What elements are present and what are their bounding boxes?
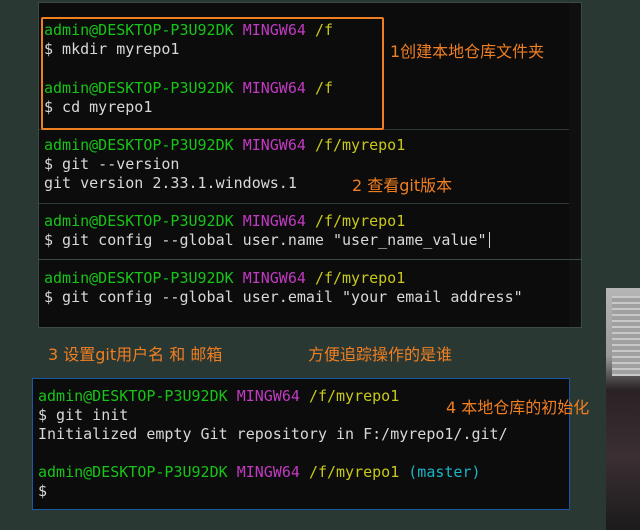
prompt-system: MINGW64 bbox=[242, 136, 306, 154]
prompt-path: /f/myrepo1 bbox=[314, 212, 406, 230]
prompt-line: admin@DESKTOP-P3U92DK MINGW64 /f/myrepo1… bbox=[38, 463, 481, 482]
prompt-line: admin@DESKTOP-P3U92DK MINGW64 /f/myrepo1 bbox=[44, 269, 405, 288]
prompt-path: /f/myrepo1 bbox=[314, 269, 406, 287]
prompt-system: MINGW64 bbox=[236, 387, 300, 405]
annotation-3: 3 设置git用户名 和 邮箱 bbox=[48, 345, 223, 364]
prompt-path: /f/myrepo1 bbox=[308, 463, 400, 481]
highlight-box bbox=[41, 17, 384, 130]
command-output: git version 2.33.1.windows.1 bbox=[44, 174, 297, 192]
prompt-line: admin@DESKTOP-P3U92DK MINGW64 /f/myrepo1 bbox=[38, 387, 399, 406]
command-line: $ git config --global user.name "user_na… bbox=[44, 231, 490, 250]
prompt-user: admin@DESKTOP-P3U92DK bbox=[44, 136, 234, 154]
annotation-1: 1创建本地仓库文件夹 bbox=[390, 42, 545, 61]
prompt-system: MINGW64 bbox=[242, 269, 306, 287]
command-output: Initialized empty Git repository in F:/m… bbox=[38, 425, 508, 443]
scrollbar[interactable] bbox=[569, 3, 581, 327]
command-line: $ git init bbox=[38, 406, 129, 424]
prompt-system: MINGW64 bbox=[236, 463, 300, 481]
prompt-path: /f/myrepo1 bbox=[314, 136, 406, 154]
prompt-line: admin@DESKTOP-P3U92DK MINGW64 /f/myrepo1 bbox=[44, 212, 405, 231]
text-cursor bbox=[488, 232, 490, 248]
divider bbox=[39, 259, 581, 260]
prompt-user: admin@DESKTOP-P3U92DK bbox=[44, 269, 234, 287]
prompt-line: admin@DESKTOP-P3U92DK MINGW64 /f/myrepo1 bbox=[44, 136, 405, 155]
annotation-2: 2 查看git版本 bbox=[352, 176, 453, 195]
command-line: $ bbox=[38, 482, 48, 500]
command-text: $ git config --global user.name "user_na… bbox=[44, 231, 487, 249]
prompt-system: MINGW64 bbox=[242, 212, 306, 230]
divider bbox=[39, 203, 569, 204]
side-window-stripe bbox=[612, 296, 640, 376]
prompt-branch: (master) bbox=[408, 463, 481, 481]
prompt-user: admin@DESKTOP-P3U92DK bbox=[38, 387, 228, 405]
command-line: $ git --version bbox=[44, 155, 180, 173]
annotation-3-detail: 方便追踪操作的是谁 bbox=[308, 345, 453, 364]
prompt-user: admin@DESKTOP-P3U92DK bbox=[38, 463, 228, 481]
prompt-path: /f/myrepo1 bbox=[308, 387, 400, 405]
prompt-user: admin@DESKTOP-P3U92DK bbox=[44, 212, 234, 230]
annotation-4: 4 本地仓库的初始化 bbox=[446, 398, 590, 417]
command-line: $ git config --global user.email "your e… bbox=[44, 288, 523, 306]
